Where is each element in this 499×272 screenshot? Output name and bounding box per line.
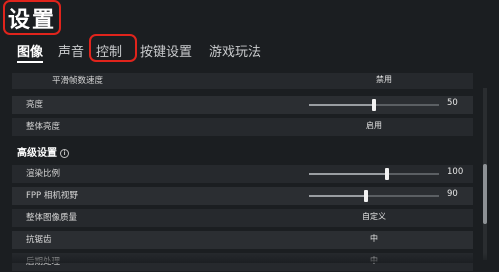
setting-row-frame-smoothing[interactable]: 平滑帧数速度 禁用 — [12, 73, 473, 90]
tab-keybindings[interactable]: 按键设置 — [140, 41, 192, 60]
section-header-advanced: 高级设置 i — [17, 144, 69, 159]
setting-row-overall-brightness[interactable]: 整体亮度 启用 — [12, 118, 473, 137]
setting-value[interactable]: 禁用 — [376, 74, 392, 85]
scrollbar[interactable] — [483, 88, 487, 260]
setting-value[interactable]: 启用 — [366, 120, 382, 131]
slider-handle[interactable] — [372, 99, 376, 111]
active-tab-underline — [17, 61, 43, 63]
tab-gameplay[interactable]: 游戏玩法 — [209, 41, 261, 60]
fov-slider[interactable] — [309, 190, 439, 202]
setting-label: FPP 相机视野 — [26, 191, 78, 201]
setting-label: 整体亮度 — [26, 122, 61, 132]
slider-value: 50 — [447, 98, 458, 108]
slider-fill — [309, 173, 387, 175]
tab-sound[interactable]: 声音 — [58, 41, 84, 60]
tab-graphics[interactable]: 图像 — [17, 41, 43, 60]
render-scale-slider[interactable] — [309, 168, 439, 180]
setting-row-brightness[interactable]: 亮度 50 — [12, 96, 473, 115]
setting-row-fpp-fov[interactable]: FPP 相机视野 90 — [12, 187, 473, 206]
setting-row-render-scale[interactable]: 渲染比例 100 — [12, 165, 473, 184]
slider-fill — [309, 104, 374, 106]
setting-label: 整体图像质量 — [26, 213, 78, 223]
brightness-slider[interactable] — [309, 99, 439, 111]
setting-label: 渲染比例 — [26, 169, 61, 179]
setting-label: 后期处理 — [26, 257, 61, 267]
setting-value[interactable]: 自定义 — [362, 211, 386, 222]
settings-panel: 平滑帧数速度 禁用 亮度 50 整体亮度 启用 高级设置 i 渲染比例 100 F… — [0, 73, 499, 272]
setting-label: 亮度 — [26, 100, 44, 110]
setting-row-anti-aliasing[interactable]: 抗锯齿 中 — [12, 231, 473, 250]
scrollbar-thumb[interactable] — [483, 164, 487, 224]
slider-handle[interactable] — [363, 190, 368, 202]
info-icon[interactable]: i — [60, 149, 69, 158]
section-title: 高级设置 — [17, 148, 57, 159]
tab-controls[interactable]: 控制 — [96, 41, 122, 60]
setting-label: 平滑帧数速度 — [52, 76, 104, 86]
slider-handle[interactable] — [385, 168, 389, 180]
page-title: 设置 — [8, 8, 57, 33]
slider-value: 90 — [447, 189, 458, 199]
slider-fill — [309, 195, 366, 197]
setting-label: 抗锯齿 — [26, 235, 52, 245]
setting-value[interactable]: 中 — [370, 255, 378, 266]
setting-row-overall-quality[interactable]: 整体图像质量 自定义 — [12, 209, 473, 228]
slider-value: 100 — [447, 167, 464, 177]
setting-value[interactable]: 中 — [370, 233, 378, 244]
